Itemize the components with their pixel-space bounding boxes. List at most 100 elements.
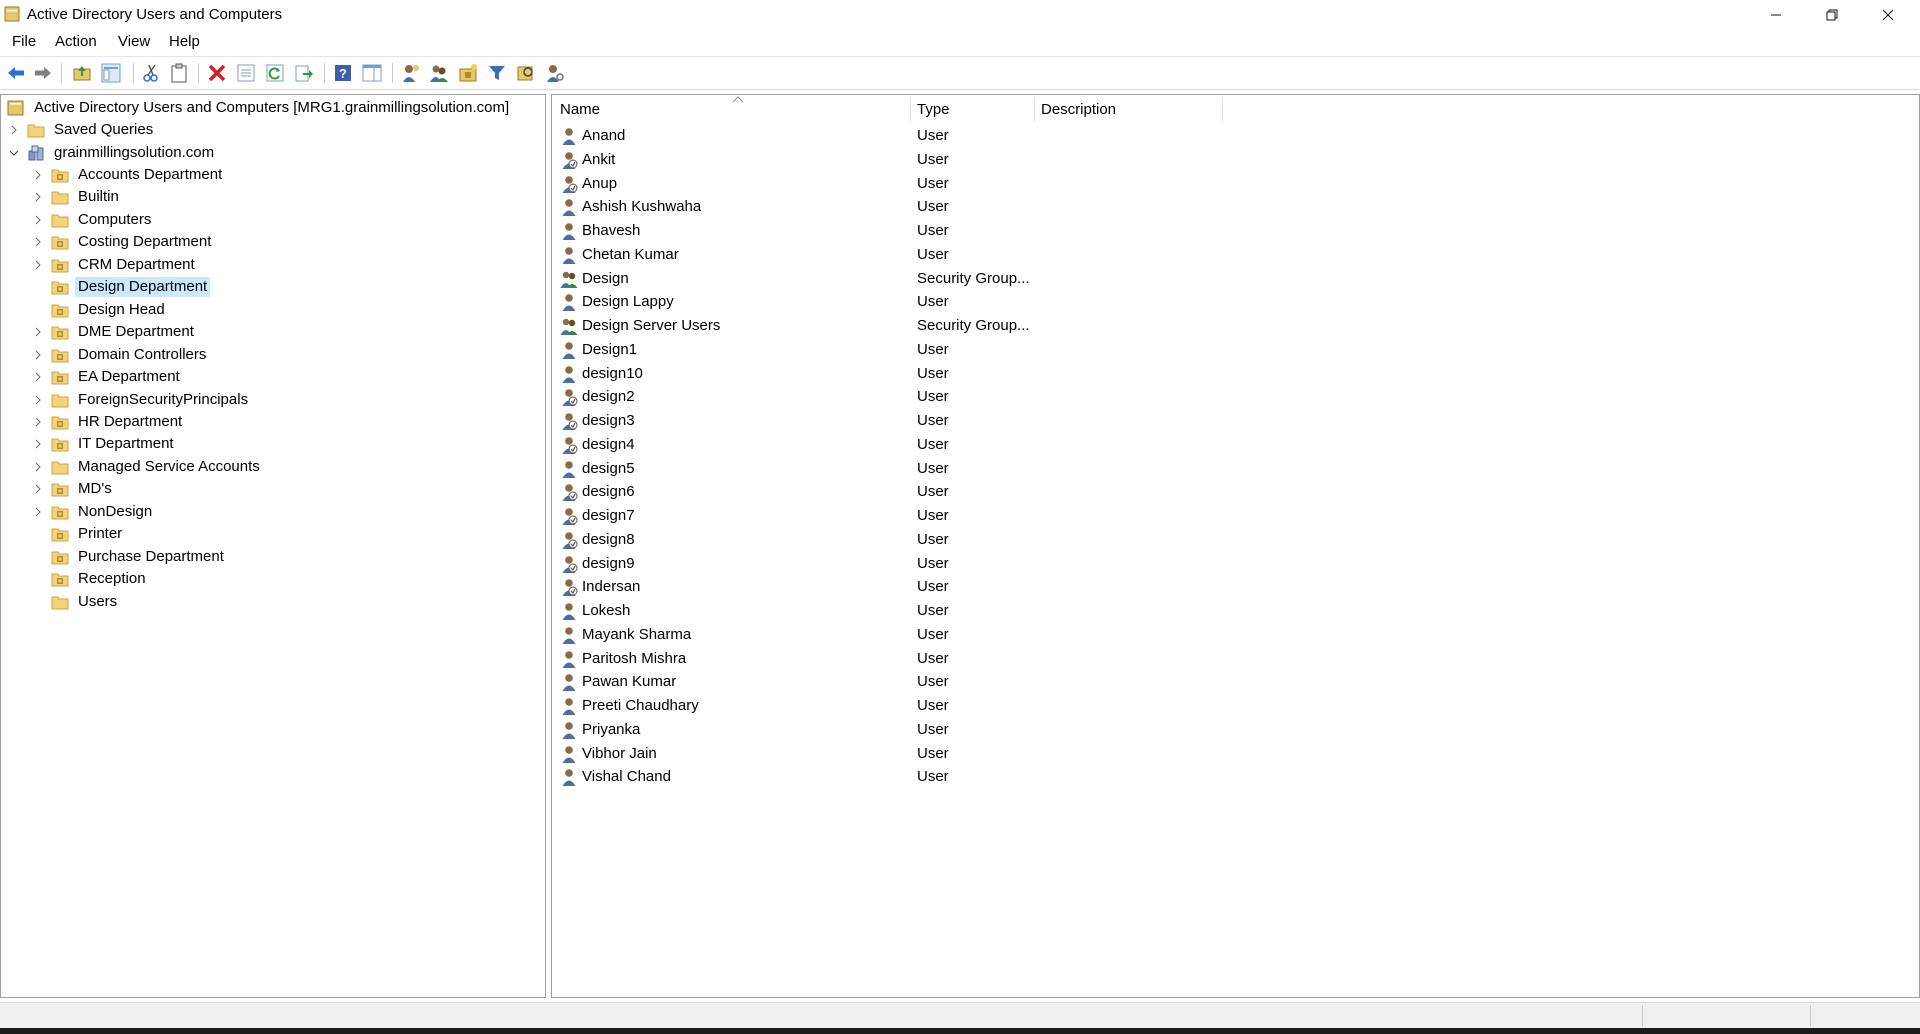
- paste-icon[interactable]: [169, 63, 189, 83]
- item-type: User: [917, 151, 949, 168]
- tree-item[interactable]: IT Department: [31, 433, 177, 455]
- tree-item[interactable]: Design Head: [31, 299, 168, 321]
- chevron-right-icon[interactable]: [31, 433, 45, 455]
- list-item[interactable]: Design1 User: [552, 338, 1919, 361]
- list-item[interactable]: design9 User: [552, 552, 1919, 575]
- tree-item[interactable]: Purchase Department: [31, 546, 227, 568]
- organizational-unit-icon: [51, 416, 69, 430]
- list-item[interactable]: design7 User: [552, 504, 1919, 527]
- tree-item-domain[interactable]: grainmillingsolution.com: [7, 142, 217, 164]
- tree-item-saved-queries[interactable]: Saved Queries: [7, 119, 156, 141]
- menu-file[interactable]: File: [12, 33, 36, 50]
- chevron-right-icon[interactable]: [31, 389, 45, 411]
- chevron-right-icon[interactable]: [31, 456, 45, 478]
- tree-item[interactable]: Costing Department: [31, 231, 214, 253]
- chevron-right-icon[interactable]: [31, 501, 45, 523]
- chevron-right-icon[interactable]: [31, 366, 45, 388]
- user-icon: [562, 294, 576, 311]
- list-item[interactable]: Design Security Group...: [552, 267, 1919, 290]
- details-list[interactable]: Name Type Description Anand User Ankit User…: [551, 94, 1920, 998]
- new-group-icon[interactable]: [429, 63, 449, 83]
- menu-help[interactable]: Help: [169, 33, 200, 50]
- tree-item[interactable]: CRM Department: [31, 254, 198, 276]
- tree-item[interactable]: Managed Service Accounts: [31, 456, 263, 478]
- chevron-right-icon[interactable]: [31, 254, 45, 276]
- list-item[interactable]: Preeti Chaudhary User: [552, 694, 1919, 717]
- tree-item[interactable]: Design Department: [31, 276, 211, 298]
- filter-icon[interactable]: [487, 63, 507, 83]
- list-item[interactable]: Lokesh User: [552, 599, 1919, 622]
- list-item[interactable]: Ankit User: [552, 148, 1919, 171]
- chevron-right-icon[interactable]: [31, 344, 45, 366]
- tree-item[interactable]: ForeignSecurityPrincipals: [31, 389, 251, 411]
- chevron-right-icon[interactable]: [31, 209, 45, 231]
- tree-item[interactable]: NonDesign: [31, 501, 155, 523]
- tree-item[interactable]: Reception: [31, 568, 149, 590]
- chevron-down-icon[interactable]: [7, 142, 21, 164]
- column-header-description[interactable]: Description: [1041, 95, 1221, 123]
- list-item[interactable]: Design Server Users Security Group...: [552, 314, 1919, 337]
- refresh-icon[interactable]: [265, 63, 285, 83]
- restore-button[interactable]: [1804, 0, 1860, 30]
- list-item[interactable]: Mayank Sharma User: [552, 623, 1919, 646]
- minimize-button[interactable]: [1748, 0, 1804, 30]
- list-item[interactable]: design4 User: [552, 433, 1919, 456]
- column-header-name[interactable]: Name: [560, 95, 910, 123]
- tree-item[interactable]: EA Department: [31, 366, 183, 388]
- help-icon[interactable]: ?: [333, 63, 353, 83]
- list-item[interactable]: design3 User: [552, 409, 1919, 432]
- chevron-right-icon[interactable]: [31, 164, 45, 186]
- tree-root[interactable]: Active Directory Users and Computers [MR…: [7, 97, 512, 119]
- list-item[interactable]: design5 User: [552, 457, 1919, 480]
- tree-item[interactable]: DME Department: [31, 321, 197, 343]
- tree-item[interactable]: Printer: [31, 523, 125, 545]
- back-icon[interactable]: [6, 63, 26, 83]
- list-item[interactable]: Vishal Chand User: [552, 765, 1919, 788]
- console-tree[interactable]: Active Directory Users and Computers [MR…: [0, 94, 546, 998]
- show-console-tree-icon[interactable]: [101, 63, 121, 83]
- chevron-right-icon[interactable]: [31, 321, 45, 343]
- chevron-right-icon[interactable]: [31, 411, 45, 433]
- list-item[interactable]: Design Lappy User: [552, 290, 1919, 313]
- show-action-pane-icon[interactable]: [362, 63, 382, 83]
- tree-item[interactable]: Accounts Department: [31, 164, 225, 186]
- list-item[interactable]: Ashish Kushwaha User: [552, 195, 1919, 218]
- list-item[interactable]: Chetan Kumar User: [552, 243, 1919, 266]
- export-list-icon[interactable]: [294, 63, 314, 83]
- list-item[interactable]: Anand User: [552, 124, 1919, 147]
- column-header-type[interactable]: Type: [917, 95, 1032, 123]
- tree-item[interactable]: MD's: [31, 478, 115, 500]
- list-item[interactable]: design8 User: [552, 528, 1919, 551]
- new-ou-icon[interactable]: [458, 63, 478, 83]
- list-item[interactable]: design10 User: [552, 362, 1919, 385]
- list-item[interactable]: Paritosh Mishra User: [552, 647, 1919, 670]
- close-button[interactable]: [1860, 0, 1916, 30]
- delegate-control-icon[interactable]: [545, 63, 565, 83]
- tree-item[interactable]: Builtin: [31, 186, 122, 208]
- list-item[interactable]: Anup User: [552, 172, 1919, 195]
- chevron-right-icon[interactable]: [31, 231, 45, 253]
- chevron-right-icon[interactable]: [31, 186, 45, 208]
- forward-icon[interactable]: [33, 63, 53, 83]
- menu-view[interactable]: View: [118, 33, 150, 50]
- find-icon[interactable]: [516, 63, 536, 83]
- tree-item[interactable]: Computers: [31, 209, 154, 231]
- new-user-icon[interactable]: [400, 63, 420, 83]
- chevron-right-icon[interactable]: [31, 478, 45, 500]
- cut-icon[interactable]: [141, 63, 161, 83]
- list-item[interactable]: Pawan Kumar User: [552, 670, 1919, 693]
- chevron-right-icon[interactable]: [7, 119, 21, 141]
- delete-icon[interactable]: [207, 63, 227, 83]
- menu-action[interactable]: Action: [55, 33, 97, 50]
- tree-item[interactable]: Domain Controllers: [31, 344, 209, 366]
- properties-icon[interactable]: [236, 63, 256, 83]
- tree-item[interactable]: HR Department: [31, 411, 185, 433]
- list-item[interactable]: Vibhor Jain User: [552, 742, 1919, 765]
- list-item[interactable]: Indersan User: [552, 575, 1919, 598]
- list-item[interactable]: design2 User: [552, 385, 1919, 408]
- list-item[interactable]: Priyanka User: [552, 718, 1919, 741]
- list-item[interactable]: design6 User: [552, 480, 1919, 503]
- list-item[interactable]: Bhavesh User: [552, 219, 1919, 242]
- tree-item[interactable]: Users: [31, 591, 120, 613]
- up-folder-icon[interactable]: [72, 63, 92, 83]
